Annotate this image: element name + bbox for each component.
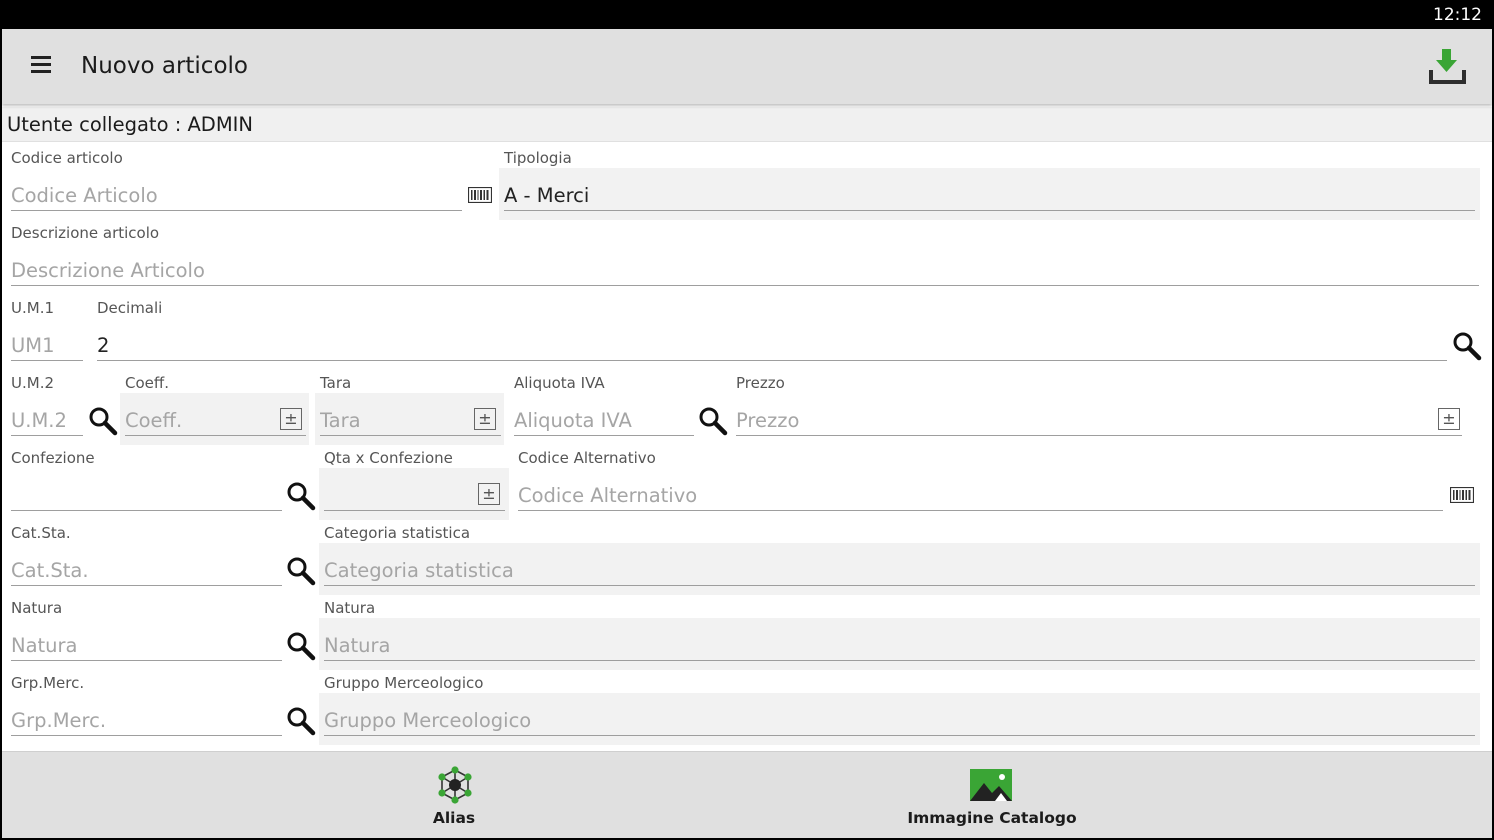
screen: Nuovo articolo Utente collegato : ADMIN … [2,29,1492,838]
tara-field: ± [315,393,504,445]
natura-desc-field [319,618,1480,670]
qta-confezione-field: ± [319,468,509,520]
prezzo-label: Prezzo [736,374,785,392]
confezione-input[interactable] [11,475,282,511]
coeff-input[interactable] [125,400,306,436]
gruppo-merceologico-field [319,693,1480,745]
gruppo-merceologico-input[interactable] [324,700,1475,736]
um1-input[interactable] [11,325,83,361]
search-icon[interactable] [286,481,316,516]
tara-label: Tara [320,374,352,392]
natura-code-input[interactable] [11,625,282,661]
gruppo-merceologico-label: Gruppo Merceologico [324,674,484,692]
search-icon[interactable] [286,556,316,591]
aliquota-iva-label: Aliquota IVA [514,374,605,392]
um1-label: U.M.1 [11,299,55,317]
codice-alternativo-label: Codice Alternativo [518,449,656,467]
hamburger-menu-icon[interactable] [31,56,53,74]
coeff-field: ± [120,393,309,445]
codice-articolo-input[interactable] [11,175,462,211]
cat-sta-label: Cat.Sta. [11,524,71,542]
plus-minus-icon[interactable]: ± [478,483,500,505]
decimali-label: Decimali [97,299,163,317]
descrizione-input[interactable] [11,250,1479,286]
categoria-statistica-label: Categoria statistica [324,524,471,542]
search-icon[interactable] [286,706,316,741]
um2-label: U.M.2 [11,374,55,392]
grp-merc-label: Grp.Merc. [11,674,85,692]
coeff-label: Coeff. [125,374,169,392]
plus-minus-icon[interactable]: ± [474,408,496,430]
page-title: Nuovo articolo [81,53,248,79]
search-icon[interactable] [1452,331,1482,366]
grp-merc-input[interactable] [11,700,282,736]
natura-code-label: Natura [11,599,63,617]
alias-label: Alias [432,809,476,827]
plus-minus-icon[interactable]: ± [280,408,302,430]
tipologia-label: Tipologia [504,149,572,167]
alias-button[interactable]: Alias [404,752,504,838]
plus-minus-icon[interactable]: ± [1438,408,1460,430]
decimali-input[interactable] [97,325,1447,361]
catalog-image-icon [970,769,1012,806]
bottom-action-bar: Alias Immagine Catalogo [2,751,1492,838]
download-save-icon[interactable] [1428,47,1468,87]
clock: 12:12 [1433,5,1482,25]
logged-user-text: Utente collegato : ADMIN [7,113,253,136]
app-bar: Nuovo articolo [2,29,1492,104]
descrizione-label: Descrizione articolo [11,224,160,242]
tipologia-select[interactable] [504,175,1475,211]
categoria-statistica-field [319,543,1480,595]
alias-network-icon [436,766,474,809]
codice-alternativo-input[interactable] [518,475,1443,511]
prezzo-input[interactable] [736,400,1462,436]
natura-desc-input[interactable] [324,625,1475,661]
categoria-statistica-input[interactable] [324,550,1475,586]
codice-articolo-label: Codice articolo [11,149,123,167]
search-icon[interactable] [88,406,118,441]
immagine-catalogo-button[interactable]: Immagine Catalogo [902,752,1082,838]
search-icon[interactable] [286,631,316,666]
immagine-catalogo-label: Immagine Catalogo [907,809,1077,827]
search-icon[interactable] [698,406,728,441]
qta-confezione-label: Qta x Confezione [324,449,453,467]
natura-desc-label: Natura [324,599,376,617]
user-bar: Utente collegato : ADMIN [2,107,1492,142]
barcode-scan-icon[interactable] [1449,486,1475,508]
tipologia-field [499,168,1480,220]
confezione-label: Confezione [11,449,95,467]
cat-sta-input[interactable] [11,550,282,586]
um2-input[interactable] [11,400,83,436]
aliquota-iva-input[interactable] [514,400,694,436]
status-bar: 12:12 [0,0,1494,29]
barcode-scan-icon[interactable] [467,186,493,208]
